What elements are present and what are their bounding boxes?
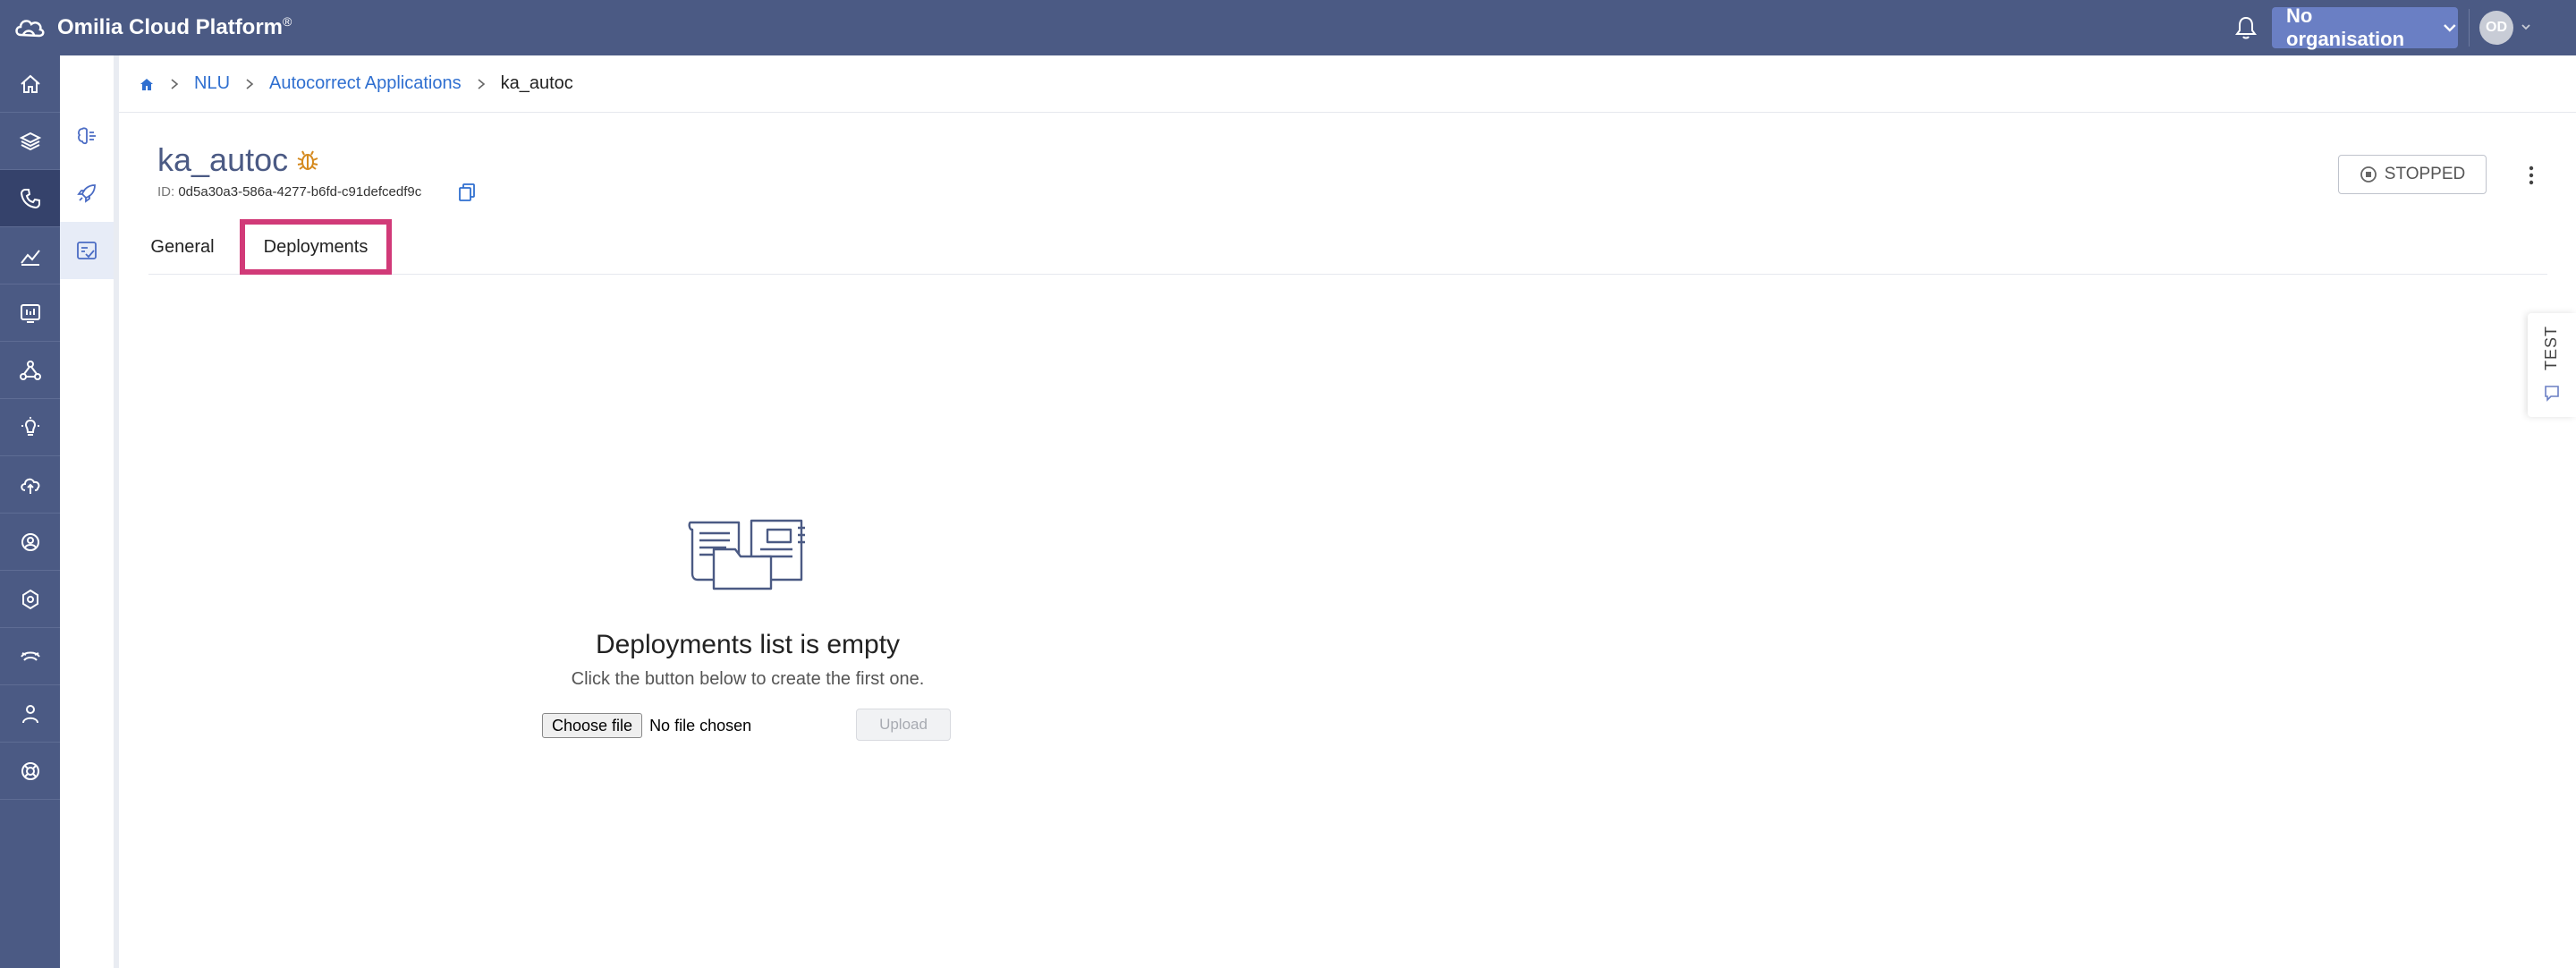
brand-text: Omilia Cloud Platform: [57, 15, 284, 39]
cloud-logo-icon[interactable]: [13, 13, 47, 42]
topbar-divider: [2469, 9, 2470, 47]
nav-layers[interactable]: [0, 113, 60, 170]
analytics-icon: [20, 249, 40, 266]
home-icon[interactable]: [139, 76, 155, 92]
cloud-icon: [20, 478, 39, 494]
home-icon: [20, 74, 40, 93]
subnav-nlu[interactable]: [60, 107, 114, 165]
empty-state-title: Deployments list is empty: [595, 630, 901, 659]
breadcrumb: NLU Autocorrect Applications ka_autoc: [119, 55, 2576, 113]
avatar[interactable]: OD: [2479, 11, 2513, 45]
nav-user[interactable]: [0, 685, 60, 743]
chevron-down-icon: [2444, 24, 2456, 32]
brand-registered-mark: ®: [283, 14, 292, 29]
nav-phone[interactable]: [0, 170, 60, 227]
more-options-icon[interactable]: [2522, 161, 2540, 190]
nav-dashboard[interactable]: [0, 284, 60, 342]
settings-icon: [21, 589, 38, 609]
user-icon: [21, 704, 38, 723]
nav-analytics[interactable]: [0, 227, 60, 284]
documents-illustration-icon: [688, 519, 805, 590]
bell-icon[interactable]: [2233, 14, 2259, 41]
nav-ideas[interactable]: [0, 399, 60, 456]
page-title: ka_autoc: [157, 141, 289, 178]
nav-cloud[interactable]: [0, 456, 60, 514]
brand-name[interactable]: Omilia Cloud Platform®: [57, 14, 292, 40]
rocket-icon: [77, 184, 96, 203]
upload-button[interactable]: Upload: [856, 709, 951, 741]
nav-network[interactable]: [0, 342, 60, 399]
section-nav-rail: [60, 55, 119, 968]
subnav-deploy[interactable]: [60, 165, 114, 222]
nav-monitor[interactable]: [0, 628, 60, 685]
tab-deployments[interactable]: Deployments: [240, 219, 392, 275]
app-id-value: 0d5a30a3-586a-4277-b6fd-c91defcedf9c: [178, 184, 422, 200]
monitor-icon: [20, 651, 40, 661]
breadcrumb-autocorrect-applications[interactable]: Autocorrect Applications: [269, 73, 462, 94]
status-label: STOPPED: [2384, 165, 2466, 183]
tab-general[interactable]: General: [148, 219, 216, 275]
bug-icon[interactable]: [295, 148, 320, 173]
file-input: Choose file No file chosen: [542, 711, 751, 740]
support-icon: [21, 761, 39, 780]
stop-circle-icon: [2360, 166, 2377, 183]
main-nav-rail: [0, 55, 60, 968]
tab-bar: General Deployments: [148, 219, 2547, 275]
nav-support[interactable]: [0, 743, 60, 800]
top-bar: Omilia Cloud Platform® No organisation O…: [0, 0, 2576, 55]
chat-icon: [2545, 386, 2559, 402]
subnav-autocorrect[interactable]: [60, 222, 114, 279]
empty-state-subtitle: Click the button below to create the fir…: [571, 669, 925, 689]
chevron-right-icon: [246, 78, 254, 89]
organisation-label: No organisation: [2286, 4, 2405, 50]
users-settings-icon: [21, 532, 39, 551]
test-side-panel-toggle[interactable]: TEST: [2528, 313, 2576, 417]
nav-settings[interactable]: [0, 571, 60, 628]
test-label: TEST: [2542, 326, 2560, 371]
app-id: ID: 0d5a30a3-586a-4277-b6fd-c91defcedf9c: [157, 184, 421, 200]
layers-icon: [19, 132, 41, 150]
network-icon: [19, 360, 41, 380]
dashboard-icon: [20, 303, 40, 323]
chevron-right-icon: [478, 78, 485, 89]
copy-icon[interactable]: [458, 183, 476, 202]
avatar-chevron-down-icon[interactable]: [2521, 21, 2531, 32]
autocorrect-icon: [77, 242, 97, 259]
choose-file-button[interactable]: Choose file: [542, 713, 643, 738]
file-status-text: No file chosen: [649, 716, 752, 734]
status-button[interactable]: STOPPED: [2338, 155, 2487, 194]
breadcrumb-current: ka_autoc: [500, 73, 573, 93]
nav-home[interactable]: [0, 55, 60, 113]
chevron-right-icon: [171, 78, 179, 89]
breadcrumb-nlu[interactable]: NLU: [194, 73, 230, 94]
bulb-icon: [21, 416, 39, 436]
app-id-label: ID:: [157, 184, 175, 200]
phone-icon: [20, 188, 40, 208]
nav-user-settings[interactable]: [0, 514, 60, 571]
organisation-dropdown[interactable]: No organisation: [2272, 4, 2458, 50]
nlu-brain-icon: [78, 127, 96, 145]
